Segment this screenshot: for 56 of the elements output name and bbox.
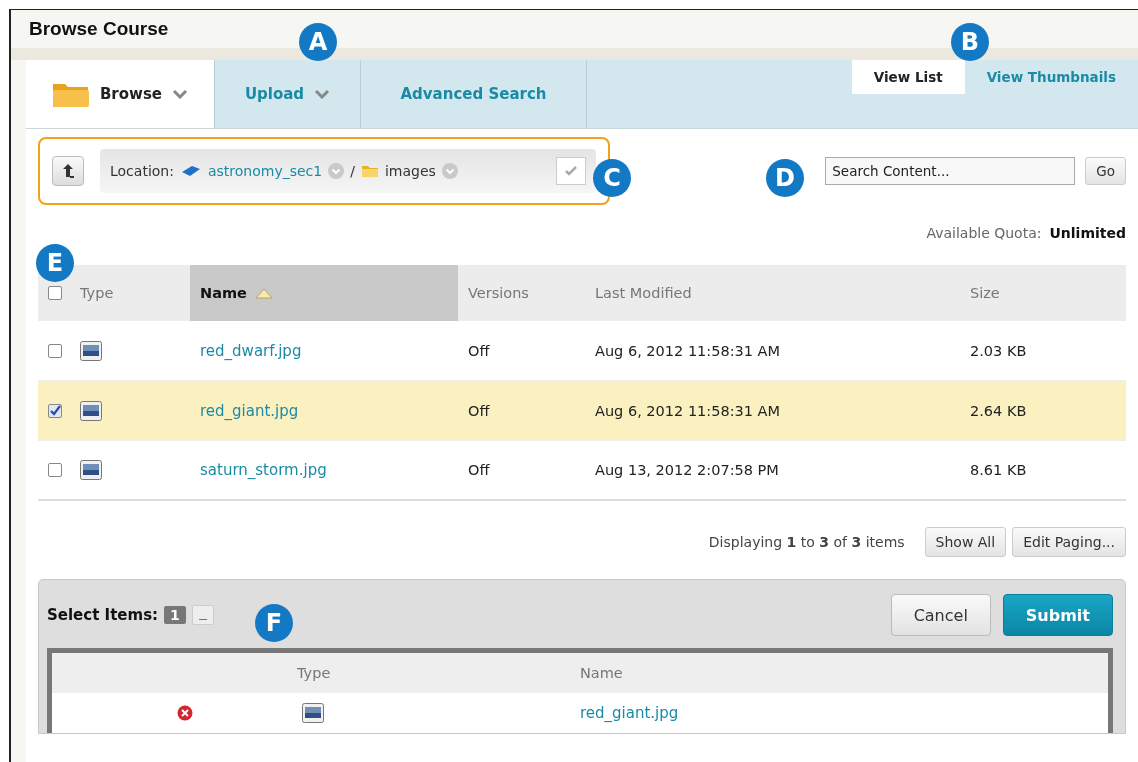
up-folder-button[interactable] xyxy=(52,156,84,186)
folder-icon xyxy=(360,164,379,178)
file-link[interactable]: red_giant.jpg xyxy=(200,401,299,420)
checkbox[interactable] xyxy=(48,286,62,300)
submit-button[interactable]: Submit xyxy=(1002,594,1113,636)
versions-cell: Off xyxy=(468,462,490,478)
chevron-down-icon xyxy=(314,89,331,99)
size-cell: 2.03 KB xyxy=(970,342,1027,359)
file-link[interactable]: red_giant.jpg xyxy=(580,704,679,722)
remove-icon[interactable] xyxy=(177,705,193,721)
column-header[interactable]: Type xyxy=(80,285,114,301)
tab[interactable]: Browse xyxy=(26,60,215,128)
column-header[interactable]: Size xyxy=(970,285,1000,301)
image-file-icon xyxy=(80,400,102,421)
sort-ascending-icon xyxy=(254,287,273,299)
paging-button[interactable]: Show All xyxy=(924,527,1007,557)
image-file-icon xyxy=(302,703,324,723)
versions-cell: Off xyxy=(468,402,490,419)
column-header[interactable]: Name xyxy=(200,285,247,301)
modified-cell: Aug 13, 2012 2:07:58 PM xyxy=(595,462,779,478)
selection-count: 1 xyxy=(164,606,186,624)
path-separator: / xyxy=(350,163,355,179)
checkbox[interactable] xyxy=(48,343,62,358)
cancel-button[interactable]: Cancel xyxy=(890,594,991,636)
paging-status: Displaying 1 to 3 of 3 items xyxy=(708,534,905,550)
size-cell: 8.61 KB xyxy=(970,462,1027,478)
image-file-icon xyxy=(80,340,102,361)
quota-value: Unlimited xyxy=(1049,225,1126,241)
column-header: Name xyxy=(580,665,623,681)
confirm-button[interactable] xyxy=(556,157,586,185)
folder-name: images xyxy=(384,163,436,179)
up-arrow-icon xyxy=(61,163,75,179)
view-tab[interactable]: View List xyxy=(851,60,965,94)
search-field[interactable]: Search Content... xyxy=(825,157,1076,185)
file-link[interactable]: saturn_storm.jpg xyxy=(200,461,327,479)
chevron-down-icon xyxy=(172,89,189,99)
image-file-icon xyxy=(80,460,102,480)
checkbox[interactable] xyxy=(48,403,62,418)
page-title: Browse Course xyxy=(29,18,169,40)
course-link[interactable]: astronomy_sec1 xyxy=(207,163,323,179)
location-label: Location: xyxy=(110,163,174,179)
column-header[interactable]: Versions xyxy=(468,285,529,301)
versions-cell: Off xyxy=(468,342,490,359)
checkbox[interactable] xyxy=(48,463,62,477)
modified-cell: Aug 6, 2012 11:58:31 AM xyxy=(595,402,781,419)
modified-cell: Aug 6, 2012 11:58:31 AM xyxy=(595,342,781,359)
checkmark-icon xyxy=(564,165,578,177)
column-header: Type xyxy=(297,665,331,681)
selection-label: Select Items: xyxy=(47,606,159,624)
paging-button[interactable]: Edit Paging... xyxy=(1012,527,1126,557)
go-button[interactable]: Go xyxy=(1085,157,1126,185)
view-tab[interactable]: View Thumbnails xyxy=(964,60,1138,94)
quota-label: Available Quota: xyxy=(926,225,1042,241)
file-link[interactable]: red_dwarf.jpg xyxy=(200,341,302,360)
column-header[interactable]: Last Modified xyxy=(595,285,692,301)
size-cell: 2.64 KB xyxy=(970,402,1027,419)
